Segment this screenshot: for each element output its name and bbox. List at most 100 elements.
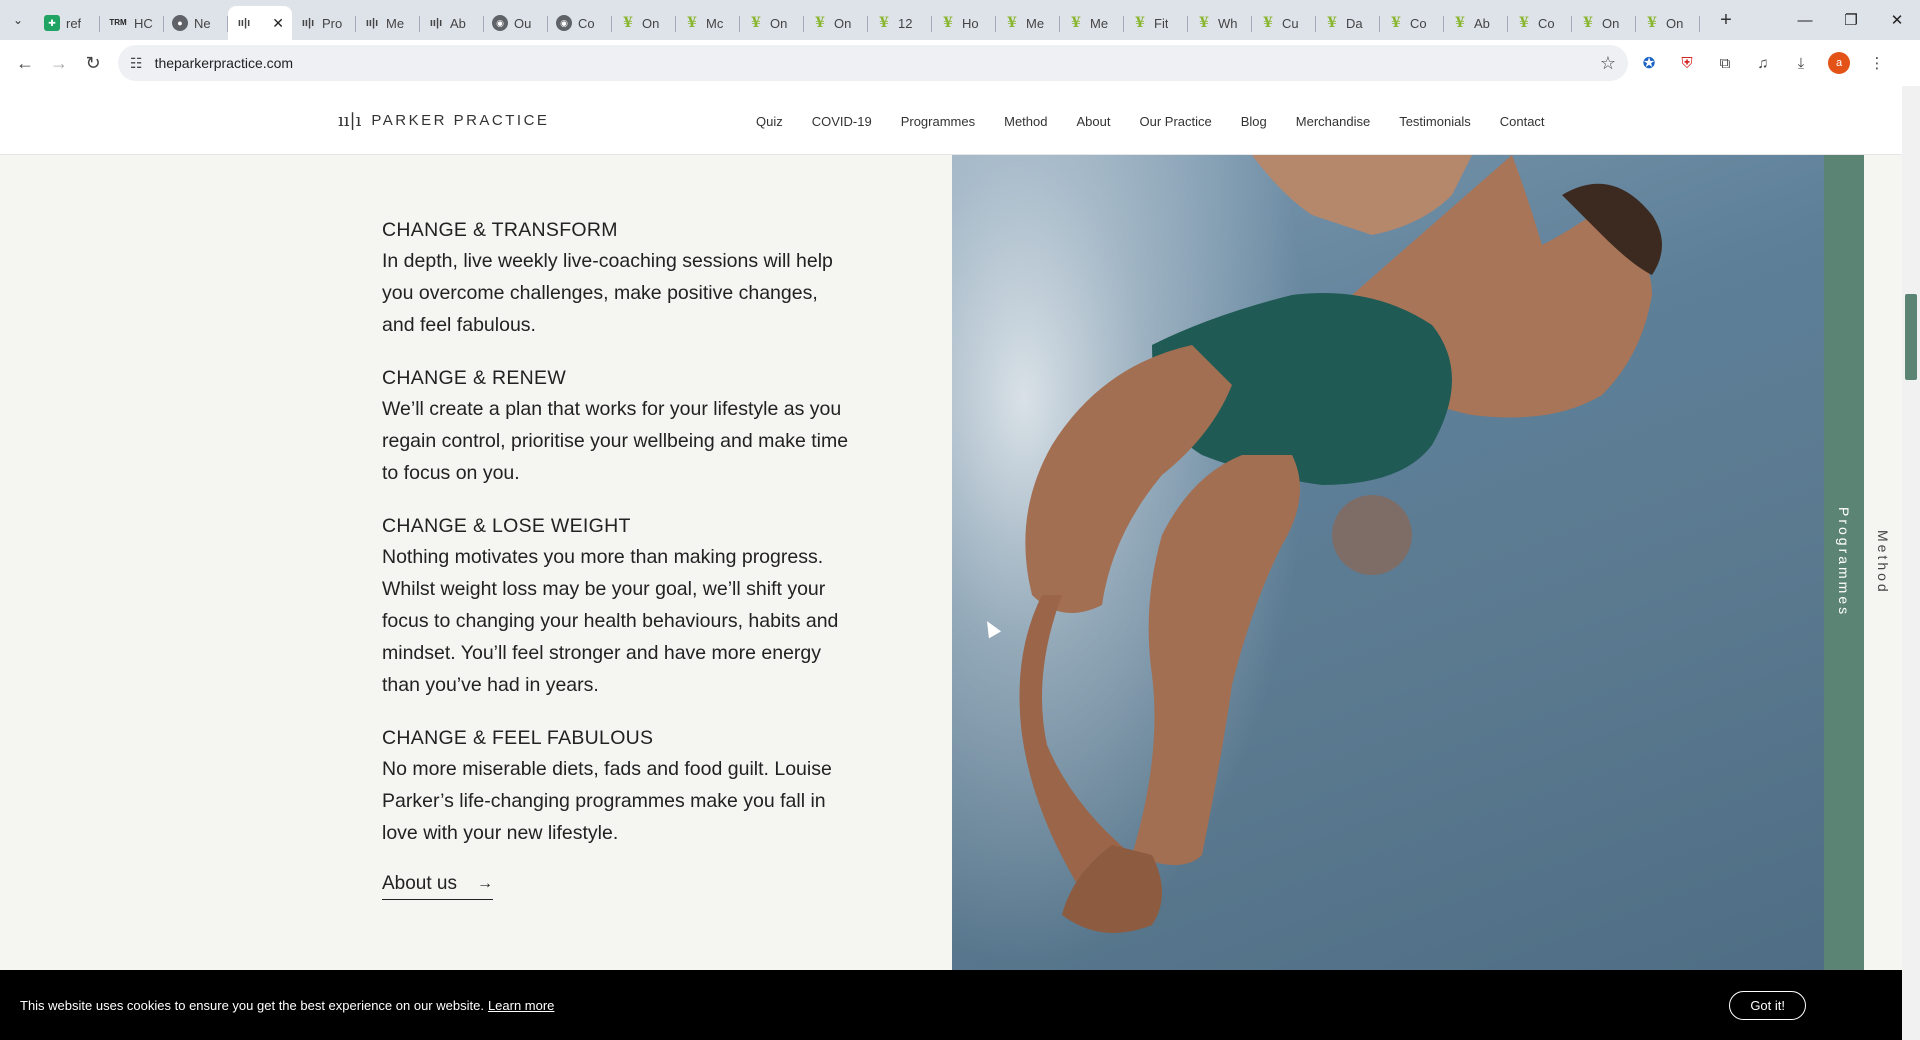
- section-title: CHANGE & RENEW: [382, 367, 567, 389]
- cookie-accept-button[interactable]: Got it!: [1729, 990, 1806, 1020]
- leaf-icon: ¥: [1135, 15, 1145, 31]
- forward-button[interactable]: →: [42, 46, 76, 80]
- tab-label: Co: [1410, 15, 1427, 31]
- scrollbar-thumb[interactable]: [1905, 294, 1917, 380]
- extension-icon[interactable]: ✪: [1632, 46, 1666, 80]
- tab-label: Ab: [1474, 15, 1490, 31]
- restore-button[interactable]: ❐: [1828, 0, 1874, 40]
- leaf-icon: ¥: [1583, 15, 1593, 31]
- browser-tab[interactable]: ¥ Fit: [1124, 6, 1188, 40]
- reload-button[interactable]: ↻: [76, 46, 110, 80]
- browser-tab[interactable]: ¥ On: [1636, 6, 1700, 40]
- site-info-icon[interactable]: ☷: [130, 55, 143, 72]
- close-tab-icon[interactable]: ✕: [272, 15, 284, 32]
- leaf-icon: ¥: [1455, 15, 1465, 31]
- browser-tab[interactable]: ¥ On: [612, 6, 676, 40]
- browser-tab[interactable]: ¥ Cu: [1252, 6, 1316, 40]
- tab-method[interactable]: Method: [1864, 155, 1902, 970]
- profile-avatar[interactable]: a: [1822, 46, 1856, 80]
- programme-section: CHANGE & RENEW We’ll create a plan that w…: [382, 363, 852, 489]
- browser-tab[interactable]: ¥ On: [740, 6, 804, 40]
- browser-tab[interactable]: ¥12: [868, 6, 932, 40]
- nav-link-contact[interactable]: Contact: [1500, 114, 1545, 129]
- browser-tab[interactable]: ¥ On: [1572, 6, 1636, 40]
- page-scrollbar[interactable]: [1902, 86, 1920, 1040]
- browser-tab[interactable]: TRM HC: [100, 6, 164, 40]
- parker-icon: ıı|ı: [301, 17, 315, 29]
- nav-link-blog[interactable]: Blog: [1241, 114, 1267, 129]
- browser-tab[interactable]: ● Ne: [164, 6, 228, 40]
- minimize-button[interactable]: —: [1782, 0, 1828, 40]
- logo-mark-icon: ıı|ı: [338, 110, 362, 131]
- nav-link-about[interactable]: About: [1077, 114, 1111, 129]
- browser-tab[interactable]: ✚ ref: [36, 6, 100, 40]
- tab-label: Da: [1346, 15, 1363, 31]
- leaf-icon: ¥: [1647, 15, 1657, 31]
- parker-icon: ıı|ı: [429, 17, 443, 29]
- tab-programmes[interactable]: Programmes: [1824, 155, 1864, 970]
- browser-tab[interactable]: ıı|ı Pro: [292, 6, 356, 40]
- browser-tab[interactable]: ¥ Me: [996, 6, 1060, 40]
- browser-tab[interactable]: ◉ Ou: [484, 6, 548, 40]
- browser-tab[interactable]: ıı|ı Me: [356, 6, 420, 40]
- about-us-label: About us: [382, 873, 457, 894]
- leaf-icon: ¥: [1391, 15, 1401, 31]
- nav-link-our-practice[interactable]: Our Practice: [1139, 114, 1211, 129]
- about-us-link[interactable]: About us →: [382, 873, 493, 900]
- nav-link-quiz[interactable]: Quiz: [756, 114, 783, 129]
- downloads-icon[interactable]: ⤓: [1784, 46, 1818, 80]
- browser-toolbar: ← → ↻ ☷ theparkerpractice.com ☆ ✪ ⛨ ⧉ ♫ …: [0, 40, 1920, 86]
- leaf-icon: ¥: [815, 15, 825, 31]
- tab-label: Pro: [322, 15, 343, 31]
- browser-tab[interactable]: ıı|ı ✕: [228, 6, 292, 40]
- browser-tab[interactable]: ¥ Co: [1380, 6, 1444, 40]
- cookie-learn-more-link[interactable]: Learn more: [488, 998, 554, 1013]
- chrome-icon: ●: [172, 15, 188, 31]
- leaf-icon: ¥: [1263, 15, 1273, 31]
- browser-tab[interactable]: ıı|ı Ab: [420, 6, 484, 40]
- url-text[interactable]: theparkerpractice.com: [155, 55, 1600, 71]
- browser-tab[interactable]: ¥ Me: [1060, 6, 1124, 40]
- tab-label: ref: [66, 15, 82, 31]
- close-window-button[interactable]: ✕: [1874, 0, 1920, 40]
- programme-section: CHANGE & TRANSFORM In depth, live weekly …: [382, 215, 852, 341]
- browser-tab[interactable]: ¥ Wh: [1188, 6, 1252, 40]
- browser-tab[interactable]: ¥ Da: [1316, 6, 1380, 40]
- bookmark-star-icon[interactable]: ☆: [1600, 53, 1616, 74]
- tab-label: Cu: [1282, 15, 1299, 31]
- browser-tab[interactable]: ◉ Co: [548, 6, 612, 40]
- tab-label: HC: [134, 15, 153, 31]
- browser-tab[interactable]: ¥ Mc: [676, 6, 740, 40]
- new-tab-button[interactable]: +: [1708, 9, 1744, 32]
- section-body: In depth, live weekly live-coaching sess…: [382, 250, 833, 336]
- nav-link-covid-19[interactable]: COVID-19: [812, 114, 872, 129]
- tab-label: Wh: [1218, 15, 1238, 31]
- programme-section: CHANGE & LOSE WEIGHT Nothing motivates yo…: [382, 511, 852, 701]
- programme-section: CHANGE & FEEL FABULOUS No more miserable …: [382, 723, 852, 849]
- browser-tab[interactable]: ¥ Ho: [932, 6, 996, 40]
- nav-link-merchandise[interactable]: Merchandise: [1296, 114, 1370, 129]
- tab-label: Fit: [1154, 15, 1169, 31]
- ublock-extension-icon[interactable]: ⛨: [1670, 46, 1704, 80]
- back-button[interactable]: ←: [8, 46, 42, 80]
- chrome-menu-icon[interactable]: ⋮: [1860, 46, 1894, 80]
- leaf-icon: ¥: [687, 15, 697, 31]
- nav-link-programmes[interactable]: Programmes: [901, 114, 975, 129]
- tab-label: On: [834, 15, 852, 31]
- tab-search-icon[interactable]: ⌄: [0, 0, 36, 40]
- nav-link-method[interactable]: Method: [1004, 114, 1047, 129]
- extensions-puzzle-icon[interactable]: ⧉: [1708, 46, 1742, 80]
- site-logo[interactable]: ıı|ı PARKER PRACTICE: [338, 110, 549, 131]
- nav-link-testimonials[interactable]: Testimonials: [1399, 114, 1471, 129]
- tab-label: Ne: [194, 15, 211, 31]
- browser-tab[interactable]: ¥ On: [804, 6, 868, 40]
- section-title: CHANGE & LOSE WEIGHT: [382, 515, 631, 537]
- main-navigation: Quiz COVID-19 Programmes Method About Our Pra…: [756, 114, 1574, 129]
- section-body: We’ll create a plan that works for your …: [382, 398, 849, 484]
- media-control-icon[interactable]: ♫: [1746, 46, 1780, 80]
- browser-tab[interactable]: ¥ Ab: [1444, 6, 1508, 40]
- address-bar[interactable]: ☷ theparkerpractice.com ☆: [118, 45, 1628, 81]
- tab-label: 12: [898, 15, 913, 31]
- cookie-text: This website uses cookies to ensure you …: [20, 997, 484, 1013]
- browser-tab[interactable]: ¥ Co: [1508, 6, 1572, 40]
